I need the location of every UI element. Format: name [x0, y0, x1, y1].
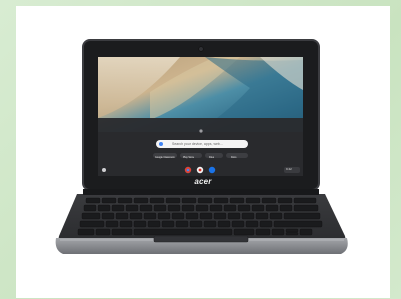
docs-icon: [208, 166, 216, 174]
shortcut-chip: [226, 153, 248, 158]
shortcut-label: Files: [209, 156, 215, 159]
launcher-icon: [102, 168, 106, 172]
shelf-time: 9:42: [286, 167, 292, 171]
shortcut-label: Docs: [231, 156, 237, 159]
shortcut-label: Google Classroom: [155, 156, 175, 159]
search-placeholder: Search your device, apps, web...: [172, 142, 223, 146]
trackpad: [153, 235, 249, 243]
chevron-up-icon: [199, 129, 203, 133]
webcam: [198, 46, 204, 52]
acer-logo: acer: [194, 177, 212, 186]
shortcut-label: Play Store: [183, 156, 195, 159]
laptop-photo: [55, 39, 348, 254]
hinge: [83, 189, 319, 195]
google-g-icon: [159, 142, 163, 146]
